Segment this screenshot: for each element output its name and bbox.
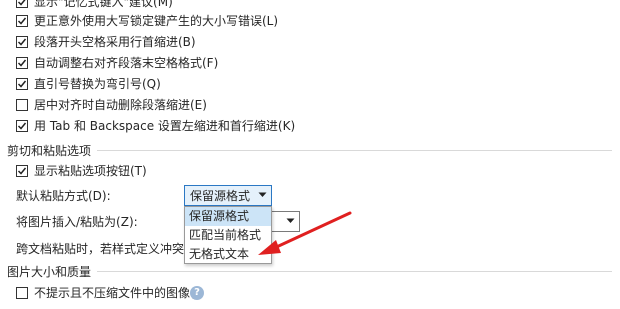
annotation-arrow-icon: [258, 211, 352, 255]
annotation-arrow-shaft: [268, 211, 352, 252]
annotation-arrow-head: [258, 240, 281, 255]
